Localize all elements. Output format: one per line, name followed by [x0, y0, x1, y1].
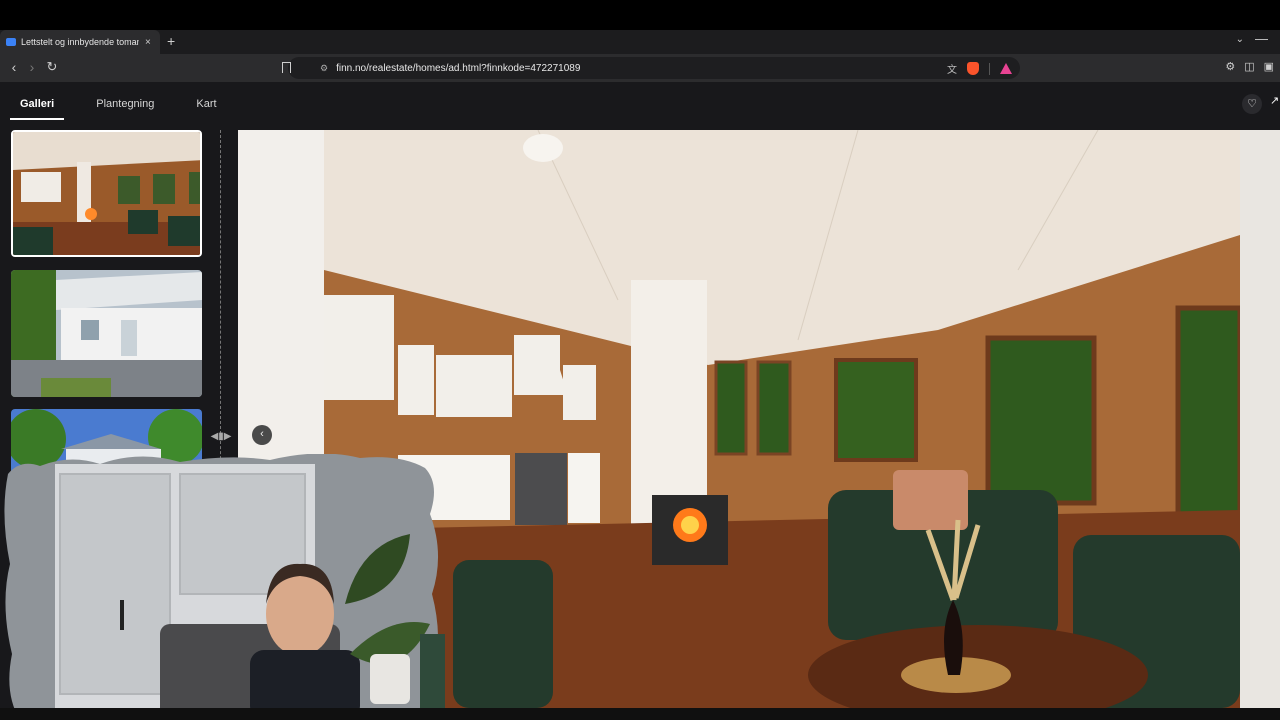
- separator: [989, 62, 990, 75]
- brave-shields-icon[interactable]: [967, 62, 979, 75]
- listing-page: Galleri Plantegning Kart ♡ ↗ ◀▮▶ ‹: [0, 82, 1280, 720]
- chevron-down-icon[interactable]: ⌄: [1236, 34, 1244, 45]
- thumbnail-living-room-image: [13, 132, 200, 255]
- translate-icon[interactable]: 文: [947, 61, 957, 76]
- tab-kart[interactable]: Kart: [186, 82, 226, 120]
- minimize-icon[interactable]: —: [1255, 31, 1268, 46]
- thumbnail-living-room[interactable]: [11, 130, 202, 257]
- back-icon[interactable]: ‹: [6, 59, 22, 75]
- bookmark-icon[interactable]: [282, 62, 291, 73]
- drag-handle-icon[interactable]: ◀▮▶: [211, 425, 232, 447]
- screen-bottom-strip: [0, 708, 1280, 720]
- webcam-image: [4, 454, 445, 720]
- share-icon[interactable]: ↗: [1270, 94, 1280, 114]
- gallery-tabs: Galleri Plantegning Kart: [0, 82, 239, 130]
- webcam-overlay: [0, 454, 445, 720]
- new-tab-icon[interactable]: +: [167, 33, 175, 49]
- chevron-left-icon[interactable]: ‹: [252, 425, 272, 445]
- sidebar-icon[interactable]: ◫: [1244, 60, 1254, 73]
- tab-title: Lettstelt og innbydende tomannsbolig: [21, 37, 139, 47]
- heart-icon[interactable]: ♡: [1242, 94, 1262, 114]
- site-info-icon[interactable]: ⚙: [320, 63, 328, 74]
- close-tab-icon[interactable]: ×: [145, 37, 151, 48]
- screen-top-bar: [0, 0, 1280, 30]
- thumbnail-house-porch-image: [11, 270, 202, 397]
- url-text[interactable]: finn.no/realestate/homes/ad.html?finnkod…: [336, 63, 580, 74]
- wallet-icon[interactable]: ▣: [1264, 60, 1274, 73]
- browser-tab[interactable]: Lettstelt og innbydende tomannsbolig ×: [0, 30, 160, 54]
- tab-galleri[interactable]: Galleri: [10, 82, 65, 120]
- brave-rewards-icon[interactable]: [1000, 63, 1012, 74]
- browser-toolbar: ‹ › ↻ ⚙ finn.no/realestate/homes/ad.html…: [0, 54, 1280, 82]
- forward-icon[interactable]: ›: [24, 59, 40, 75]
- address-bar[interactable]: ⚙ finn.no/realestate/homes/ad.html?finnk…: [282, 57, 1020, 79]
- reload-icon[interactable]: ↻: [44, 59, 60, 75]
- thumbnail-house-porch[interactable]: [11, 270, 202, 397]
- tab-plantegning[interactable]: Plantegning: [86, 82, 164, 120]
- finn-favicon-icon: [6, 38, 16, 46]
- browser-tab-strip: Lettstelt og innbydende tomannsbolig × +…: [0, 30, 1280, 54]
- extensions-icon[interactable]: ⚙: [1225, 60, 1235, 73]
